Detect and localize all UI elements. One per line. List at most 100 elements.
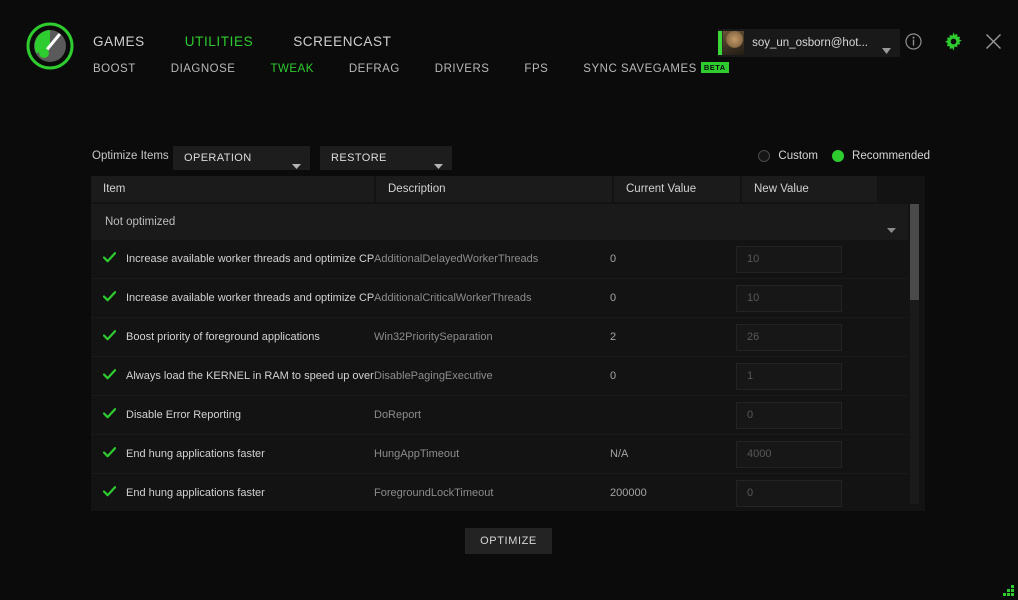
cell-current-value: N/A [610, 448, 629, 460]
app-header: GAMES UTILITIES SCREENCAST BOOST DIAGNOS… [0, 0, 1018, 88]
group-row-label: Not optimized [105, 216, 176, 228]
cell-item: Increase available worker threads and op… [91, 291, 374, 305]
close-icon[interactable] [985, 33, 1002, 55]
cell-description: AdditionalDelayedWorkerThreads [374, 253, 539, 265]
item-label: Increase available worker threads and op… [126, 253, 374, 265]
table-body: Increase available worker threads and op… [91, 240, 908, 507]
item-label: End hung applications faster [126, 487, 265, 499]
new-value-input[interactable]: 0 [736, 401, 842, 429]
beta-badge: BETA [700, 62, 729, 73]
scrollbar-thumb[interactable] [910, 204, 919, 300]
cell-description: DoReport [374, 409, 422, 421]
cell-new-value: 1 [736, 362, 871, 390]
account-menu[interactable]: soy_un_osborn@hot... [718, 29, 900, 57]
nav-drivers[interactable]: DRIVERS [435, 63, 490, 75]
column-header-description[interactable]: Description [376, 176, 612, 202]
gear-icon[interactable] [944, 32, 963, 56]
header-icon-group [905, 32, 1002, 56]
nav-fps[interactable]: FPS [524, 63, 548, 75]
table-header: Item Description Current Value New Value [91, 176, 925, 202]
account-name: soy_un_osborn@hot... [752, 37, 868, 49]
secondary-navigation: BOOST DIAGNOSE TWEAK DEFRAG DRIVERS FPS … [93, 62, 729, 75]
column-header-new-value[interactable]: New Value [742, 176, 877, 202]
column-header-item[interactable]: Item [91, 176, 374, 202]
new-value-input[interactable]: 1 [736, 362, 842, 390]
new-value-input[interactable]: 4000 [736, 440, 842, 468]
operation-select-value: OPERATION [184, 152, 252, 164]
cell-current-value: 2 [610, 331, 617, 343]
nav-games[interactable]: GAMES [93, 34, 145, 49]
table-row[interactable]: Disable Error Reporting DoReport 0 [91, 396, 908, 435]
column-header-current-value[interactable]: Current Value [614, 176, 740, 202]
cell-new-value: 4000 [736, 440, 871, 468]
optimize-button[interactable]: OPTIMIZE [465, 528, 552, 554]
restore-select[interactable]: RESTORE [320, 146, 452, 170]
checkmark-icon[interactable] [102, 291, 117, 305]
application-window: GAMES UTILITIES SCREENCAST BOOST DIAGNOS… [0, 0, 1018, 600]
cell-new-value: 10 [736, 284, 871, 312]
gauge-logo-icon [25, 21, 75, 71]
restore-select-value: RESTORE [331, 152, 387, 164]
table-row[interactable]: Increase available worker threads and op… [91, 240, 908, 279]
group-row-not-optimized[interactable]: Not optimized [91, 204, 908, 240]
radio-dot-icon [758, 150, 771, 162]
info-icon[interactable] [905, 33, 922, 55]
optimize-toolbar: Optimize Items OPERATION RESTORE Custom … [0, 146, 1018, 172]
chevron-down-icon[interactable] [887, 220, 896, 238]
new-value-input[interactable]: 10 [736, 245, 842, 273]
cell-item: Disable Error Reporting [91, 408, 374, 422]
new-value-input[interactable]: 10 [736, 284, 842, 312]
checkmark-icon[interactable] [102, 252, 117, 266]
table-row[interactable]: End hung applications faster ForegroundLo… [91, 474, 908, 507]
cell-description: ForegroundLockTimeout [374, 487, 494, 499]
nav-defrag[interactable]: DEFRAG [349, 63, 400, 75]
cell-item: End hung applications faster [91, 486, 374, 500]
resize-grip[interactable] [1002, 584, 1014, 596]
cell-item: Increase available worker threads and op… [91, 252, 374, 266]
checkmark-icon[interactable] [102, 447, 117, 461]
optimize-items-label: Optimize Items [92, 150, 169, 162]
cell-new-value: 10 [736, 245, 871, 273]
chevron-down-icon [292, 156, 301, 174]
chevron-down-icon [882, 41, 891, 59]
table-row[interactable]: Always load the KERNEL in RAM to speed u… [91, 357, 908, 396]
checkmark-icon[interactable] [102, 330, 117, 344]
cell-current-value: 0 [610, 253, 617, 265]
cell-new-value: 26 [736, 323, 871, 351]
new-value-input[interactable]: 26 [736, 323, 842, 351]
item-label: End hung applications faster [126, 448, 265, 460]
radio-custom-label: Custom [778, 150, 819, 162]
table-scrollbar[interactable] [910, 204, 919, 504]
cell-new-value: 0 [736, 479, 871, 507]
nav-screencast[interactable]: SCREENCAST [293, 34, 391, 49]
nav-sync-savegames-label: SYNC SAVEGAMES [583, 63, 697, 75]
cell-item: End hung applications faster [91, 447, 374, 461]
radio-recommended-label: Recommended [852, 150, 930, 162]
checkmark-icon[interactable] [102, 369, 117, 383]
optimize-table-panel: Item Description Current Value New Value… [91, 176, 925, 511]
item-label: Always load the KERNEL in RAM to speed u… [126, 370, 374, 382]
table-row[interactable]: Increase available worker threads and op… [91, 279, 908, 318]
cell-description: HungAppTimeout [374, 448, 460, 460]
table-row[interactable]: Boost priority of foreground application… [91, 318, 908, 357]
cell-current-value: 0 [610, 292, 617, 304]
nav-diagnose[interactable]: DIAGNOSE [171, 63, 236, 75]
avatar-accent-bar [718, 31, 723, 55]
primary-navigation: GAMES UTILITIES SCREENCAST [93, 34, 391, 49]
radio-custom[interactable]: Custom [758, 150, 818, 162]
cell-item: Always load the KERNEL in RAM to speed u… [91, 369, 374, 383]
new-value-input[interactable]: 0 [736, 479, 842, 507]
cell-item: Boost priority of foreground application… [91, 330, 374, 344]
radio-recommended[interactable]: Recommended [832, 150, 930, 162]
cell-description: AdditionalCriticalWorkerThreads [374, 292, 532, 304]
avatar [718, 31, 745, 55]
nav-sync-savegames[interactable]: SYNC SAVEGAMES BETA [583, 62, 729, 75]
nav-tweak[interactable]: TWEAK [270, 63, 313, 75]
operation-select[interactable]: OPERATION [173, 146, 310, 170]
table-row[interactable]: End hung applications faster HungAppTimeo… [91, 435, 908, 474]
checkmark-icon[interactable] [102, 486, 117, 500]
checkmark-icon[interactable] [102, 408, 117, 422]
cell-description: DisablePagingExecutive [374, 370, 493, 382]
nav-utilities[interactable]: UTILITIES [185, 34, 253, 49]
nav-boost[interactable]: BOOST [93, 63, 136, 75]
